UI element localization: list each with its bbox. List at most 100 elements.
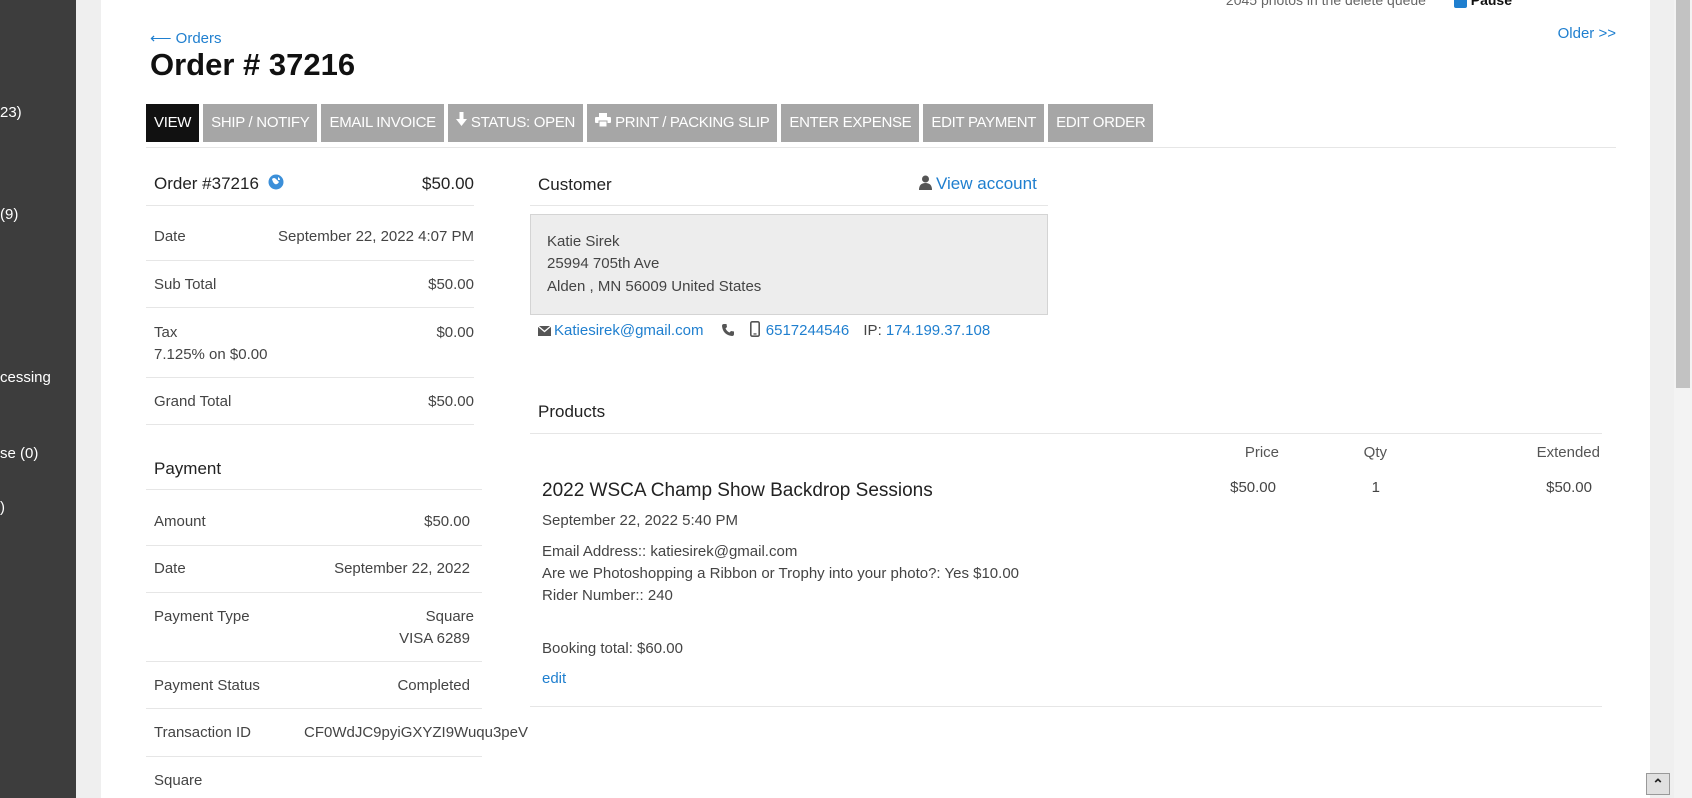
customer-name: Katie Sirek	[547, 233, 620, 250]
payment-status-value: Completed	[397, 677, 470, 694]
older-link[interactable]: Older >>	[1558, 25, 1616, 42]
tab-email-invoice[interactable]: EMAIL INVOICE	[321, 104, 444, 142]
payment-status-label: Payment Status	[154, 677, 260, 694]
subtotal-label: Sub Total	[154, 276, 217, 293]
subtotal-value: $50.00	[428, 276, 474, 293]
booking-total: Booking total: $60.00	[542, 640, 683, 657]
tab-status-label: STATUS: OPEN	[470, 114, 576, 131]
printer-icon	[595, 104, 612, 142]
tab-edit-payment[interactable]: EDIT PAYMENT	[923, 104, 1045, 142]
tax-value: $0.00	[436, 324, 474, 341]
customer-ip-link[interactable]: 174.199.37.108	[886, 322, 990, 339]
divider	[146, 661, 482, 662]
view-account-label: View account	[936, 174, 1037, 193]
divider	[530, 205, 1048, 206]
payment-date-label: Date	[154, 560, 186, 577]
date-value: September 22, 2022 4:07 PM	[278, 228, 474, 245]
view-account-link[interactable]: View account	[918, 174, 1037, 195]
product-option-email: Email Address:: katiesirek@gmail.com	[542, 543, 798, 560]
divider	[146, 260, 474, 261]
product-price: $50.00	[1230, 479, 1276, 496]
sidebar-item[interactable]: )	[0, 499, 5, 516]
sidebar-item[interactable]: se (0)	[0, 445, 38, 462]
divider	[146, 205, 474, 206]
scrollbar-thumb[interactable]	[1676, 0, 1690, 388]
summary-order-number: Order #37216	[154, 174, 259, 193]
left-gutter	[76, 0, 101, 798]
grand-total-value: $50.00	[428, 393, 474, 410]
customer-header: Customer	[538, 175, 612, 194]
summary-header: Order #37216	[154, 174, 284, 195]
grand-total-label: Grand Total	[154, 393, 232, 410]
payment-card-value: VISA 6289	[399, 630, 470, 647]
tab-print-packing-slip[interactable]: PRINT / PACKING SLIP	[587, 104, 778, 142]
payment-type-label: Payment Type	[154, 608, 250, 625]
divider	[146, 147, 1616, 148]
col-qty-header: Qty	[1363, 444, 1387, 461]
sidebar-item[interactable]: (9)	[0, 206, 18, 223]
divider	[146, 756, 482, 757]
sidebar-item[interactable]: 23)	[0, 104, 22, 121]
product-extended: $50.00	[1546, 479, 1592, 496]
payment-amount-label: Amount	[154, 513, 206, 530]
divider	[146, 489, 482, 490]
envelope-icon	[537, 323, 552, 340]
order-tabs: VIEW SHIP / NOTIFY EMAIL INVOICE STATUS:…	[146, 104, 1154, 142]
globe-icon[interactable]	[268, 174, 284, 195]
tax-detail: 7.125% on $0.00	[154, 346, 268, 363]
product-option-photoshop: Are we Photoshopping a Ribbon or Trophy …	[542, 565, 1020, 582]
square-label: Square	[154, 772, 203, 789]
customer-address-box: Katie Sirek 25994 705th Ave Alden , MN 5…	[530, 214, 1048, 315]
payment-type-value: Square	[425, 608, 474, 625]
sidebar: 23) (9) cessing se (0) )	[0, 0, 76, 798]
payment-header: Payment	[154, 459, 222, 478]
payment-date-value: September 22, 2022	[334, 560, 470, 577]
tab-view[interactable]: VIEW	[146, 104, 200, 142]
right-gutter	[1650, 0, 1674, 798]
back-to-orders-link[interactable]: ⟵ Orders	[150, 29, 222, 47]
customer-street: 25994 705th Ave	[547, 255, 660, 272]
tax-label: Tax	[154, 324, 178, 341]
product-edit-link[interactable]: edit	[542, 670, 566, 687]
tab-edit-order[interactable]: EDIT ORDER	[1048, 104, 1154, 142]
tab-print-label: PRINT / PACKING SLIP	[615, 114, 770, 131]
divider	[530, 706, 1602, 707]
transaction-id-label: Transaction ID	[154, 724, 251, 741]
divider	[146, 708, 482, 709]
col-extended-header: Extended	[1536, 444, 1600, 461]
customer-contact-row: Katiesirek@gmail.com 6517244546 IP: 174.…	[537, 321, 990, 341]
products-header: Products	[538, 402, 606, 421]
tab-enter-expense[interactable]: ENTER EXPENSE	[781, 104, 920, 142]
divider	[530, 433, 1602, 434]
divider	[146, 592, 482, 593]
delete-queue-text: 2045 photos in the delete queue	[1225, 0, 1426, 8]
customer-email-link[interactable]: Katiesirek@gmail.com	[554, 322, 703, 339]
download-icon	[455, 104, 467, 142]
pause-checkbox[interactable]	[1453, 0, 1467, 8]
transaction-id-value: CF0WdJC9pyiGXYZI9Wuqu3peV	[304, 724, 528, 741]
page-title: Order # 37216	[150, 47, 356, 82]
divider	[146, 377, 474, 378]
tab-ship-notify[interactable]: SHIP / NOTIFY	[203, 104, 318, 142]
mobile-icon	[749, 321, 760, 341]
col-price-header: Price	[1244, 444, 1279, 461]
customer-phone-link[interactable]: 6517244546	[766, 322, 849, 339]
customer-city: Alden , MN 56009 United States	[547, 278, 762, 295]
ip-label: IP:	[863, 321, 882, 339]
scroll-up-icon[interactable]: ⌃	[1646, 773, 1670, 795]
tab-status[interactable]: STATUS: OPEN	[447, 104, 584, 142]
divider	[146, 307, 474, 308]
product-option-rider: Rider Number:: 240	[542, 587, 673, 604]
date-label: Date	[154, 228, 186, 245]
delete-queue-info: 2045 photos in the delete queue Pause	[1226, 0, 1512, 8]
divider	[146, 424, 474, 425]
product-name: 2022 WSCA Champ Show Backdrop Sessions	[542, 480, 933, 501]
summary-total: $50.00	[422, 174, 474, 193]
product-datetime: September 22, 2022 5:40 PM	[542, 512, 738, 529]
user-icon	[918, 175, 933, 195]
divider	[146, 545, 482, 546]
phone-icon	[721, 323, 734, 340]
sidebar-item[interactable]: cessing	[0, 369, 51, 386]
pause-label: Pause	[1470, 0, 1512, 8]
product-qty: 1	[1371, 479, 1380, 496]
